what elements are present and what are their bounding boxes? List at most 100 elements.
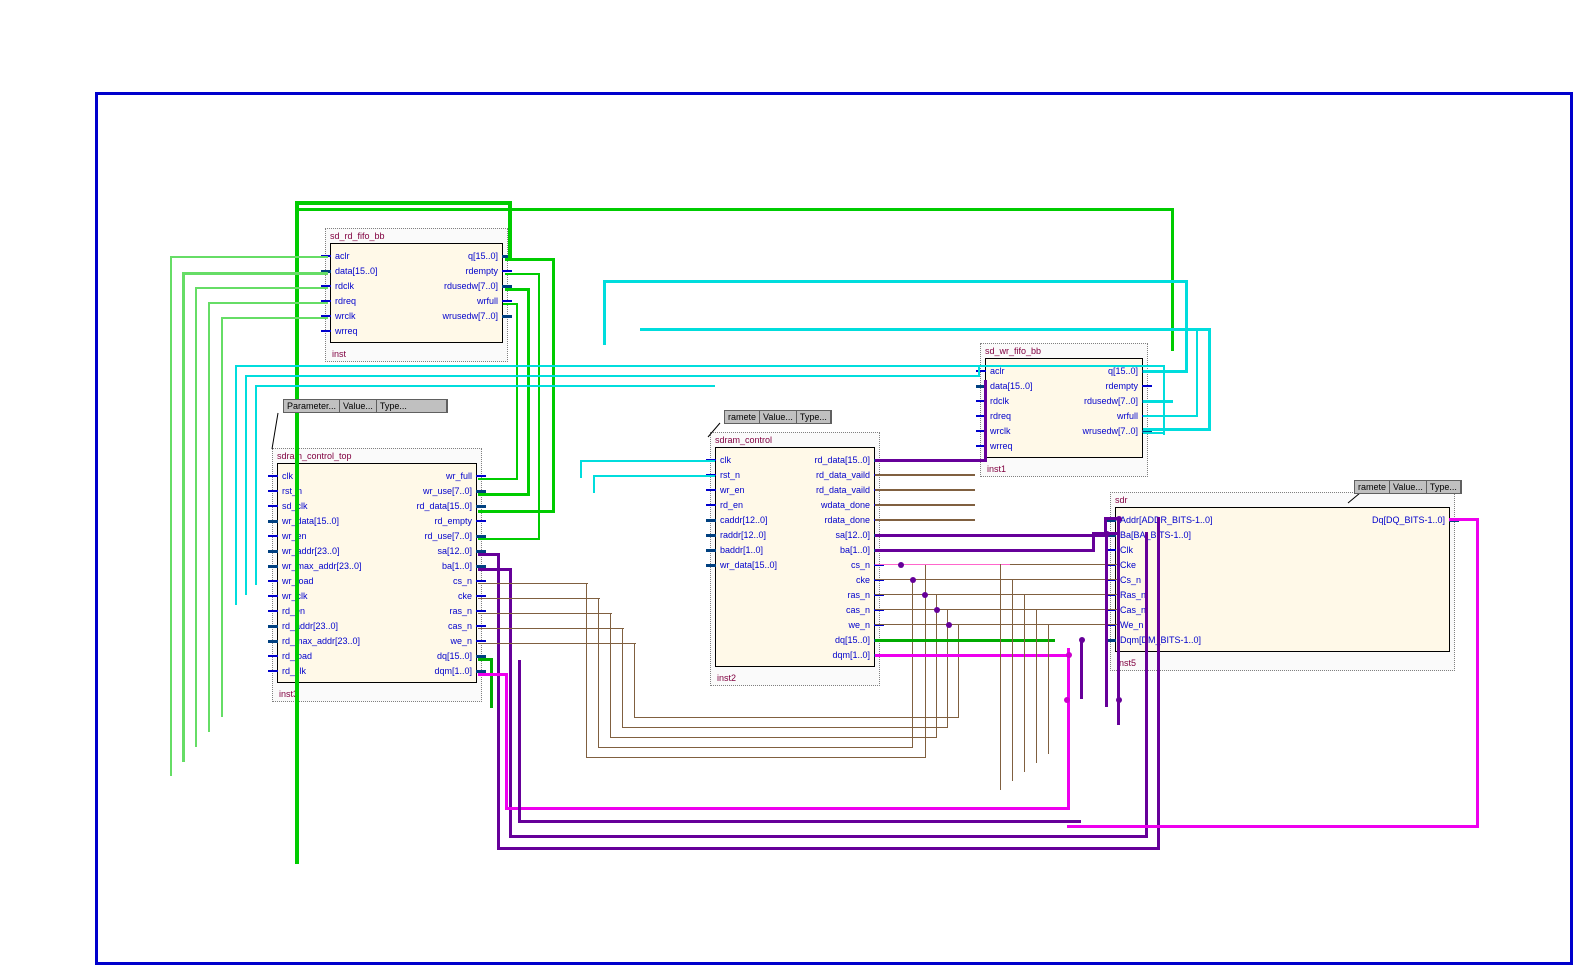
- port: aclr: [990, 366, 1005, 376]
- param-col: ramete: [1355, 481, 1390, 493]
- port: rdata_done: [824, 515, 870, 525]
- port: Cke: [1120, 560, 1136, 570]
- port: Addr[ADDR_BITS-1..0]: [1120, 515, 1213, 525]
- port: raddr[12..0]: [720, 530, 766, 540]
- port: We_n: [1120, 620, 1143, 630]
- port: Dq[DQ_BITS-1..0]: [1372, 515, 1445, 525]
- param-col: Value...: [760, 411, 797, 423]
- port: data[15..0]: [990, 381, 1033, 391]
- port: wdata_done: [821, 500, 870, 510]
- port: cs_n: [453, 576, 472, 586]
- instance-label: inst2: [711, 671, 879, 685]
- port: rd_en: [720, 500, 743, 510]
- port: sa[12..0]: [437, 546, 472, 556]
- port: rd_data[15..0]: [814, 455, 870, 465]
- port: clk: [720, 455, 731, 465]
- port: Clk: [1120, 545, 1133, 555]
- port: rd_max_addr[23..0]: [282, 636, 360, 646]
- port: wrclk: [335, 311, 356, 321]
- port: baddr[1..0]: [720, 545, 763, 555]
- instance-label: inst3: [273, 687, 481, 701]
- param-col: Parameter...: [284, 400, 340, 412]
- port: wr_addr[23..0]: [282, 546, 340, 556]
- block-rd-fifo[interactable]: sd_rd_fifo_bb aclr q[15..0] data[15..0] rd…: [325, 228, 508, 362]
- param-col: Type...: [1427, 481, 1461, 493]
- port: wr_en: [282, 531, 307, 541]
- port: rd_data_vaild: [816, 470, 870, 480]
- param-header-sdram-control[interactable]: ramete Value... Type...: [724, 410, 832, 424]
- port: rdreq: [335, 296, 356, 306]
- port: rdreq: [990, 411, 1011, 421]
- port: aclr: [335, 251, 350, 261]
- port: Ba[BA_BITS-1..0]: [1120, 530, 1191, 540]
- port: rd_addr[23..0]: [282, 621, 338, 631]
- port: wrfull: [1117, 411, 1138, 421]
- port: dq[15..0]: [437, 651, 472, 661]
- port: rdempty: [1105, 381, 1138, 391]
- port: rd_empty: [434, 516, 472, 526]
- port: rdempty: [465, 266, 498, 276]
- block-sdram-top[interactable]: sdram_control_top clkwr_full rst_nwr_use…: [272, 448, 482, 702]
- port: wrreq: [335, 326, 358, 336]
- instance-label: inst: [326, 347, 507, 361]
- port: rdclk: [335, 281, 354, 291]
- port: Dqm[DM_BITS-1..0]: [1120, 635, 1201, 645]
- port: sa[12..0]: [835, 530, 870, 540]
- port: data[15..0]: [335, 266, 378, 276]
- port: rd_clk: [282, 666, 306, 676]
- port: Cs_n: [1120, 575, 1141, 585]
- port: ba[1..0]: [840, 545, 870, 555]
- port: Cas_n: [1120, 605, 1146, 615]
- port: ras_n: [449, 606, 472, 616]
- port: cas_n: [846, 605, 870, 615]
- port: Ras_n: [1120, 590, 1146, 600]
- port: rdusedw[7..0]: [1084, 396, 1138, 406]
- param-col: ramete: [725, 411, 760, 423]
- port: cke: [458, 591, 472, 601]
- block-wr-fifo[interactable]: sd_wr_fifo_bb aclr q[15..0] data[15..0] rd…: [980, 343, 1148, 477]
- port: wr_use[7..0]: [423, 486, 472, 496]
- port: wr_data[15..0]: [282, 516, 339, 526]
- port: wrclk: [990, 426, 1011, 436]
- port: wrreq: [990, 441, 1013, 451]
- block-title: sdr: [1111, 493, 1454, 507]
- param-header-sdram-top[interactable]: Parameter... Value... Type...: [283, 399, 448, 413]
- param-col: Value...: [1390, 481, 1427, 493]
- port: rst_n: [282, 486, 302, 496]
- port: cke: [856, 575, 870, 585]
- port: dq[15..0]: [835, 635, 870, 645]
- port: rd_en: [282, 606, 305, 616]
- block-sdram-control[interactable]: sdram_control clk rd_data[15..0] rst_n rd_…: [710, 432, 880, 686]
- port: wr_load: [282, 576, 314, 586]
- port: wrfull: [477, 296, 498, 306]
- port: rst_n: [720, 470, 740, 480]
- port: rdclk: [990, 396, 1009, 406]
- instance-label: inst1: [981, 462, 1147, 476]
- block-title: sdram_control: [711, 433, 879, 447]
- port: ras_n: [847, 590, 870, 600]
- port: wr_en: [720, 485, 745, 495]
- port: rd_data[15..0]: [416, 501, 472, 511]
- port: caddr[12..0]: [720, 515, 768, 525]
- block-title: sd_wr_fifo_bb: [981, 344, 1147, 358]
- port: ba[1..0]: [442, 561, 472, 571]
- port: rd_load: [282, 651, 312, 661]
- port: we_n: [450, 636, 472, 646]
- port: wr_max_addr[23..0]: [282, 561, 362, 571]
- port: q[15..0]: [468, 251, 498, 261]
- block-sdr[interactable]: sdr Addr[ADDR_BITS-1..0] Dq[DQ_BITS-1..0]…: [1110, 492, 1455, 671]
- port: wrusedw[7..0]: [442, 311, 498, 321]
- port: cs_n: [851, 560, 870, 570]
- port: dqm[1..0]: [832, 650, 870, 660]
- block-title: sd_rd_fifo_bb: [326, 229, 507, 243]
- port: q[15..0]: [1108, 366, 1138, 376]
- param-col: Type...: [797, 411, 831, 423]
- port: sd_clk: [282, 501, 308, 511]
- param-col: Value...: [340, 400, 377, 412]
- port: wr_data[15..0]: [720, 560, 777, 570]
- block-title: sdram_control_top: [273, 449, 481, 463]
- port: dqm[1..0]: [434, 666, 472, 676]
- port: wrusedw[7..0]: [1082, 426, 1138, 436]
- param-header-sdr[interactable]: ramete Value... Type...: [1354, 480, 1462, 494]
- port: clk: [282, 471, 293, 481]
